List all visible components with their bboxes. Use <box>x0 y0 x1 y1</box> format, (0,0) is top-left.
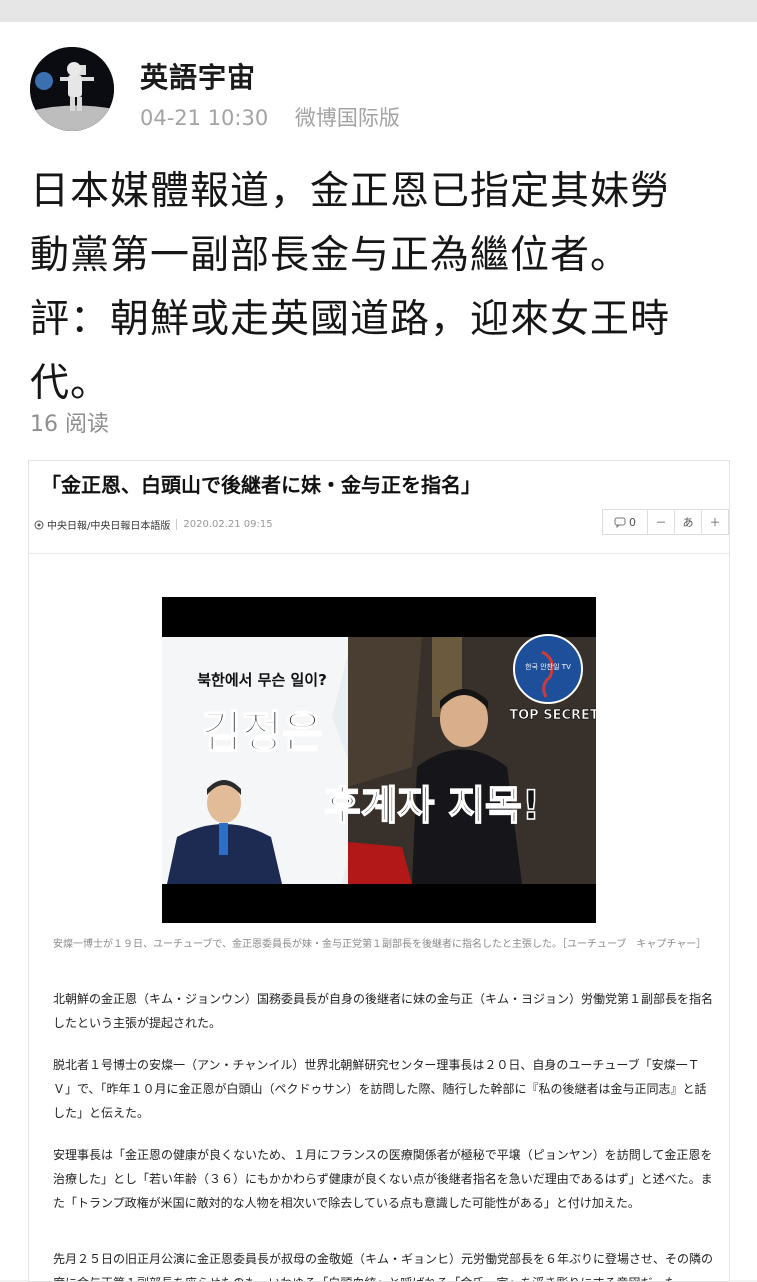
font-increase-button[interactable]: ＋ <box>702 510 728 534</box>
video-headline-2: 후계자 지목! <box>324 783 540 829</box>
channel-logo-text: 한국 안찬일 TV <box>525 662 571 671</box>
post-line: 動黨第一副部長金与正為繼位者。 <box>30 233 631 278</box>
article-paragraph: 安理事長は「金正恩の健康が良くないため、１月にフランスの医療関係者が極秘で平壌（… <box>53 1148 713 1210</box>
article-screenshot[interactable]: 「金正恩、白頭山で後継者に妹・金与正を指名」 中央日報/中央日報日本語版 202… <box>28 460 730 1282</box>
article-date: 2020.02.21 09:15 <box>176 519 273 530</box>
video-frame-image: 한국 안찬일 TV TOP SECRET 북한에서 무슨 일이? 김정은 후계자… <box>162 597 599 923</box>
source-logo-icon <box>34 520 44 529</box>
weibo-post-card: 英語宇宙 04-21 10:30 微博国际版 日本媒體報道，金正恩已指定其妹勞 … <box>0 22 757 1282</box>
divider <box>29 553 729 554</box>
article-paragraph: 先月２５日の旧正月公演に金正恩委員長が叔母の金敬姫（キム・ギョンヒ）元労働党部長… <box>53 1252 714 1281</box>
post-text: 日本媒體報道，金正恩已指定其妹勞 動黨第一副部長金与正為繼位者。 評：朝鮮或走英… <box>30 160 740 416</box>
font-decrease-button[interactable]: － <box>648 510 675 534</box>
image-caption: 安燦一博士が１９日、ユーチューブで、金正恩委員長が妹・金与正党第１副部長を後継者… <box>53 939 707 950</box>
post-source[interactable]: 微博国际版 <box>295 106 400 130</box>
comment-button[interactable]: 0 <box>603 510 648 534</box>
post-line: 代。 <box>30 361 111 406</box>
font-style-button[interactable]: あ <box>675 510 702 534</box>
post-line: 日本媒體報道，金正恩已指定其妹勞 <box>30 169 671 214</box>
article-source: 中央日報/中央日報日本語版 <box>47 521 171 532</box>
post-line: 評：朝鮮或走英國道路，迎來女王時 <box>30 297 671 342</box>
article-toolbar: 0 － あ ＋ <box>602 509 729 535</box>
video-subtitle: 북한에서 무슨 일이? <box>197 671 327 689</box>
avatar[interactable] <box>30 47 114 131</box>
read-count: 16 阅读 <box>30 412 109 437</box>
astronaut-avatar-image <box>30 47 114 131</box>
post-meta: 04-21 10:30 微博国际版 <box>140 102 420 132</box>
post-time: 04-21 10:30 <box>140 106 269 130</box>
comment-count: 0 <box>629 515 636 529</box>
video-headline-1: 김정은 <box>201 707 322 758</box>
article-source-row: 中央日報/中央日報日本語版 2020.02.21 09:15 <box>34 517 273 532</box>
status-bar <box>0 0 757 22</box>
article-title: 「金正恩、白頭山で後継者に妹・金与正を指名」 <box>41 473 481 497</box>
article-paragraph: 脱北者１号博士の安燦一（アン・チャンイル）世界北朝鮮研究センター理事長は２０日、… <box>53 1058 707 1120</box>
comment-icon <box>614 517 626 528</box>
article-paragraph: 北朝鮮の金正恩（キム・ジョンウン）国務委員長が自身の後継者に妹の金与正（キム・ヨ… <box>53 992 714 1030</box>
top-secret-badge: TOP SECRET <box>509 708 596 723</box>
video-thumbnail[interactable]: 한국 안찬일 TV TOP SECRET 북한에서 무슨 일이? 김정은 후계자… <box>162 597 599 923</box>
author-name[interactable]: 英語宇宙 <box>140 56 256 96</box>
